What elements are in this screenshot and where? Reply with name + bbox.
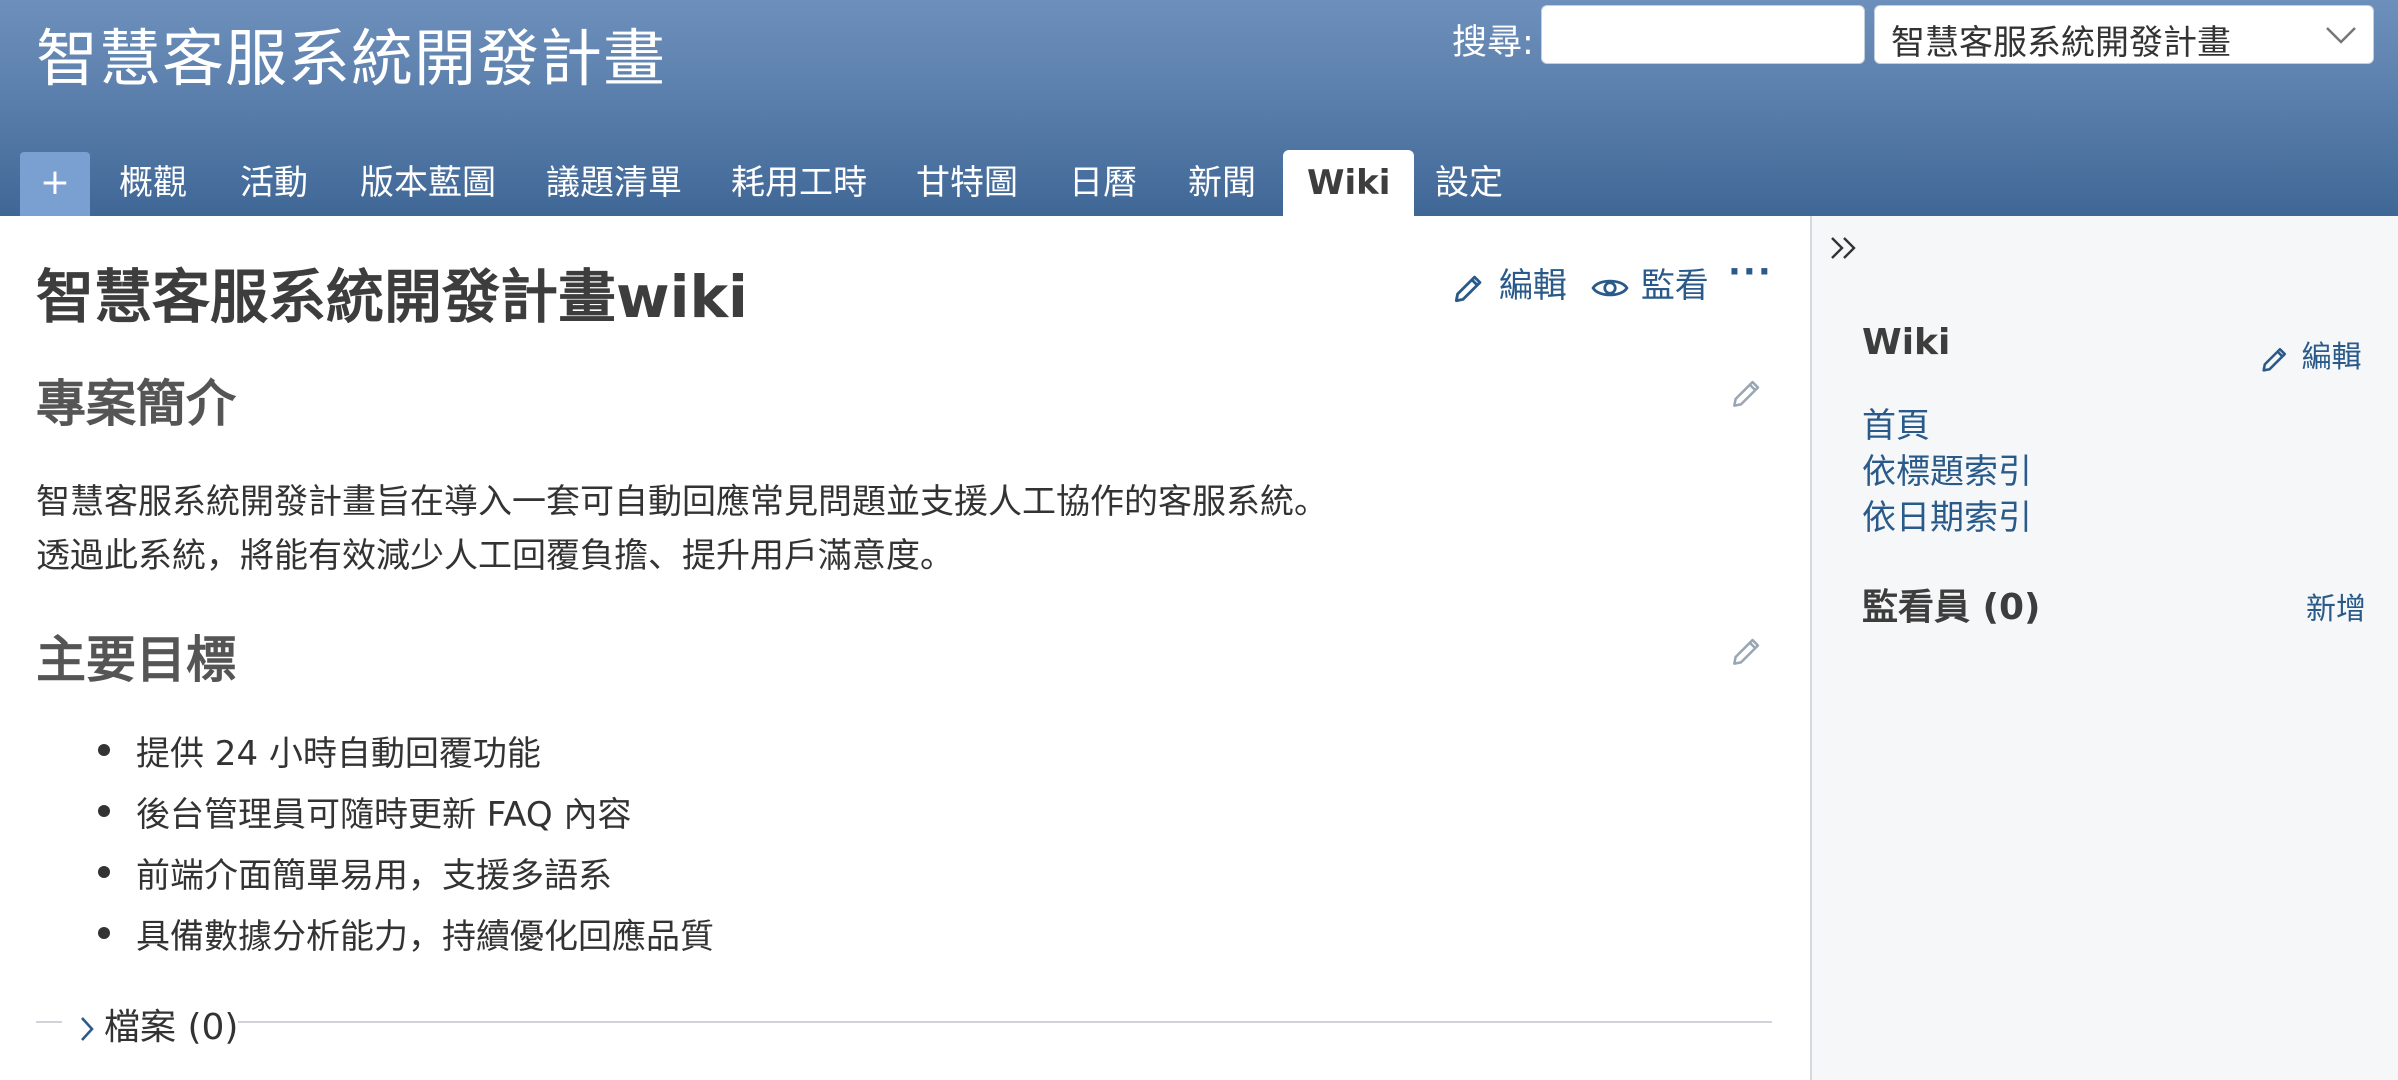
- double-chevron-right-icon[interactable]: [1826, 230, 1862, 266]
- page-title: 智慧客服系統開發計畫wiki: [36, 263, 748, 331]
- more-actions-button[interactable]: ···: [1728, 252, 1773, 292]
- edit-button[interactable]: 編輯: [1450, 258, 1567, 307]
- tab-wiki[interactable]: Wiki: [1283, 150, 1415, 216]
- tab-overview[interactable]: 概觀: [119, 150, 187, 216]
- list-item: 具備數據分析能力，持續優化回應品質: [98, 909, 714, 958]
- divider: [36, 1021, 62, 1023]
- main-menu: 概觀 活動 版本藍圖 議題清單 耗用工時 甘特圖 日曆 新聞 Wiki 設定: [0, 150, 2398, 216]
- sidebar-edit-button[interactable]: 編輯: [2258, 332, 2362, 376]
- tab-issues[interactable]: 議題清單: [546, 150, 682, 216]
- files-toggle[interactable]: 檔案 (0): [76, 998, 238, 1050]
- sidebar-link-index-by-title[interactable]: 依標題索引: [1862, 444, 2032, 493]
- tab-calendar[interactable]: 日曆: [1069, 150, 1137, 216]
- project-title[interactable]: 智慧客服系統開發計畫: [36, 8, 666, 98]
- watch-button[interactable]: 監看: [1590, 258, 1709, 307]
- list-item: 前端介面簡單易用，支援多語系: [98, 848, 612, 897]
- pencil-icon[interactable]: [1728, 374, 1766, 412]
- chevron-right-icon: [81, 1017, 94, 1041]
- tab-time-entries[interactable]: 耗用工時: [731, 150, 867, 216]
- pencil-icon: [2262, 347, 2287, 372]
- add-watcher-link[interactable]: 新增: [2306, 584, 2366, 628]
- project-select-value: 智慧客服系統開發計畫: [1891, 23, 2231, 63]
- list-item: 提供 24 小時自動回覆功能: [98, 726, 541, 775]
- list-item: 後台管理員可隨時更新 FAQ 內容: [97, 787, 631, 836]
- intro-paragraph-line-1: 智慧客服系統開發計畫旨在導入一套可自動回應常見問題並支援人工協作的客服系統。: [36, 482, 1328, 522]
- search-label: 搜尋:: [1452, 23, 1534, 63]
- search-input[interactable]: [1541, 5, 1865, 64]
- sidebar-edit-label: 編輯: [2301, 340, 2362, 375]
- sidebar: Wiki 編輯 首頁 依標題索引 依日期索引 監看員 (0) 新增: [1810, 216, 2398, 1080]
- sidebar-wiki-title: Wiki: [1862, 322, 1951, 363]
- sidebar-link-home[interactable]: 首頁: [1862, 398, 1930, 447]
- intro-paragraph-line-2: 透過此系統，將能有效減少人工回覆負擔、提升用戶滿意度。: [36, 536, 954, 576]
- section-heading-goals: 主要目標: [36, 631, 236, 689]
- pencil-icon: [1454, 275, 1482, 302]
- divider: [238, 1021, 1772, 1023]
- tab-settings[interactable]: 設定: [1435, 150, 1503, 216]
- tab-roadmap[interactable]: 版本藍圖: [360, 150, 496, 216]
- chevron-down-icon: [2326, 27, 2356, 44]
- watch-label: 監看: [1640, 266, 1709, 306]
- files-label: 檔案 (0): [104, 1007, 239, 1048]
- section-heading-intro: 專案簡介: [36, 375, 236, 433]
- tab-news[interactable]: 新聞: [1188, 150, 1256, 216]
- pencil-icon[interactable]: [1728, 632, 1766, 670]
- wiki-content: 智慧客服系統開發計畫wiki 編輯 監看 ··· 專案簡介 智慧客服系統開發計畫…: [0, 216, 1810, 1080]
- tab-gantt[interactable]: 甘特圖: [916, 150, 1018, 216]
- header: 智慧客服系統開發計畫 搜尋: 智慧客服系統開發計畫 + 概觀 活動 版本藍圖 議…: [0, 0, 2398, 216]
- watchers-title: 監看員 (0): [1862, 587, 2041, 628]
- project-select[interactable]: 智慧客服系統開發計畫: [1874, 5, 2374, 64]
- sidebar-link-index-by-date[interactable]: 依日期索引: [1862, 490, 2032, 539]
- eye-icon: [1591, 279, 1629, 296]
- edit-label: 編輯: [1498, 266, 1567, 306]
- tab-activity[interactable]: 活動: [240, 150, 308, 216]
